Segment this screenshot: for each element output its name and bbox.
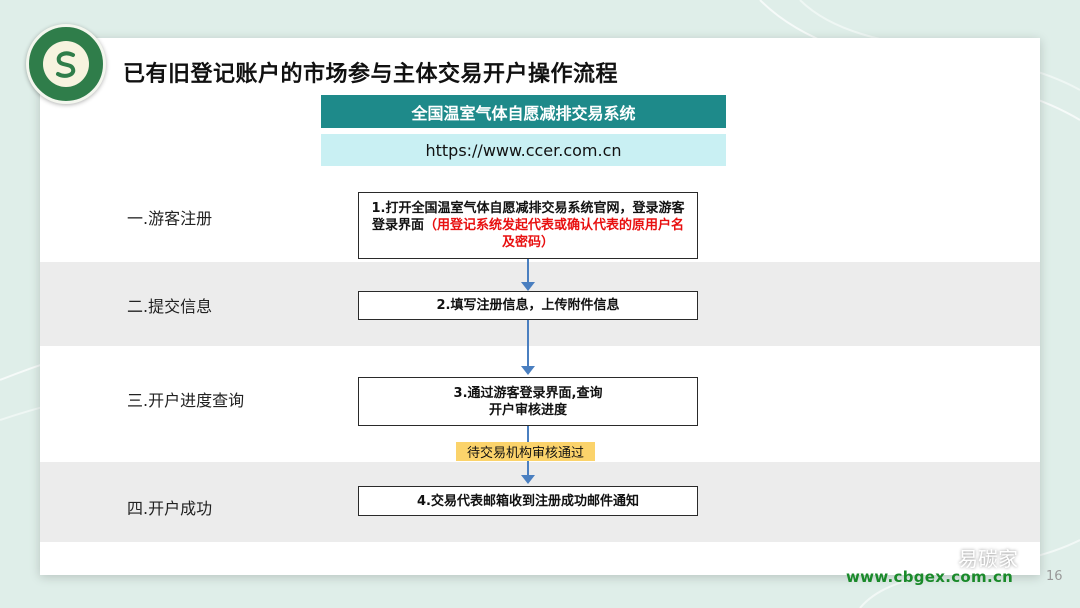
step-label-4: 四.开户成功 [127, 499, 213, 518]
step-label-1: 一.游客注册 [127, 209, 213, 228]
step-label-2: 二.提交信息 [127, 297, 213, 316]
step-note-1: （用登记系统发起代表或确认代表的原用户名及密码） [424, 218, 685, 250]
website-link[interactable]: www.cbgex.com.cn [846, 568, 1013, 586]
system-name-bar: 全国温室气体自愿减排交易系统 [321, 95, 726, 128]
system-url-bar: https://www.ccer.com.cn [321, 134, 726, 166]
connector-2 [527, 320, 529, 367]
status-badge: 待交易机构审核通过 [456, 442, 595, 461]
step-box-1: 1.打开全国温室气体自愿减排交易系统官网，登录游客登录界面（用登记系统发起代表或… [358, 192, 698, 259]
step-box-3: 3.通过游客登录界面,查询开户审核进度 [358, 377, 698, 426]
arrow-down-icon [521, 475, 535, 484]
arrow-down-icon [521, 366, 535, 375]
wechat-icon [922, 546, 951, 568]
organization-logo [26, 24, 106, 104]
connector-1 [527, 259, 529, 283]
step-label-3: 三.开户进度查询 [127, 391, 245, 410]
logo-emblem-icon [56, 51, 76, 78]
arrow-down-icon [521, 282, 535, 291]
step-box-4: 4.交易代表邮箱收到注册成功邮件通知 [358, 486, 698, 516]
step-box-2: 2.填写注册信息，上传附件信息 [358, 291, 698, 320]
step-text-3: 3.通过游客登录界面,查询开户审核进度 [453, 385, 603, 418]
page-title: 已有旧登记账户的市场参与主体交易开户操作流程 [123, 62, 619, 87]
page-number: 16 [1046, 569, 1063, 584]
